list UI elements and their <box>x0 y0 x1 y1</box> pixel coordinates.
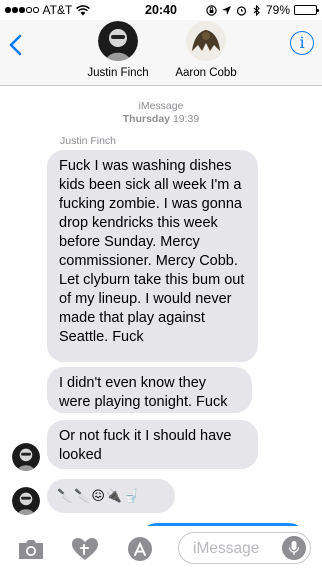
contact-name: Justin Finch <box>87 67 149 79</box>
camera-icon[interactable] <box>16 536 46 562</box>
avatar <box>98 21 138 61</box>
sender-avatar[interactable] <box>12 443 40 471</box>
input-bar: iMessage <box>0 526 322 571</box>
bluetooth-icon <box>253 4 260 16</box>
service-label: iMessage <box>138 100 184 112</box>
message-bubble[interactable]: Or not fuck it I should have looked <box>47 420 258 469</box>
contact-aaron-cobb[interactable]: Aaron Cobb <box>168 21 244 79</box>
info-button[interactable]: i <box>290 31 314 55</box>
alarm-icon <box>236 5 247 16</box>
timestamp: Thursday 19:39 <box>0 113 322 125</box>
conversation-header: Justin Finch Aaron Cobb i <box>0 20 322 86</box>
message-input[interactable]: iMessage <box>178 532 311 564</box>
contact-justin-finch[interactable]: Justin Finch <box>83 21 153 79</box>
timestamp-day: Thursday <box>122 113 171 125</box>
message-bubble[interactable]: Fuck I was washing dishes kids been sick… <box>47 150 258 362</box>
app-store-icon[interactable] <box>125 536 155 562</box>
sender-name: Justin Finch <box>60 135 117 147</box>
rotation-lock-icon <box>206 4 217 16</box>
message-bubble[interactable]: I didn't even know they were playing ton… <box>47 367 252 413</box>
sender-avatar[interactable] <box>12 487 40 515</box>
digital-touch-icon[interactable] <box>70 536 100 562</box>
avatar <box>186 21 226 61</box>
message-text: 🔪🔪😖🔌🚽 <box>57 488 141 503</box>
message-text: I didn't even know they were playing ton… <box>59 375 228 410</box>
microphone-icon[interactable] <box>282 536 306 560</box>
message-text: Or not fuck it I should have looked <box>59 428 232 463</box>
back-button[interactable] <box>8 34 24 56</box>
contact-name: Aaron Cobb <box>175 67 237 79</box>
status-right: 79% <box>206 3 319 17</box>
battery-icon <box>294 5 319 15</box>
message-input-placeholder: iMessage <box>193 540 260 557</box>
status-bar: AT&T 20:40 79% <box>0 0 322 20</box>
message-text: Fuck I was washing dishes kids been sick… <box>59 158 245 345</box>
timestamp-time: 19:39 <box>172 113 200 125</box>
battery-percent: 79% <box>265 3 290 17</box>
emoji-message-bubble[interactable]: 🔪🔪😖🔌🚽 <box>47 479 175 513</box>
location-icon <box>221 5 231 15</box>
